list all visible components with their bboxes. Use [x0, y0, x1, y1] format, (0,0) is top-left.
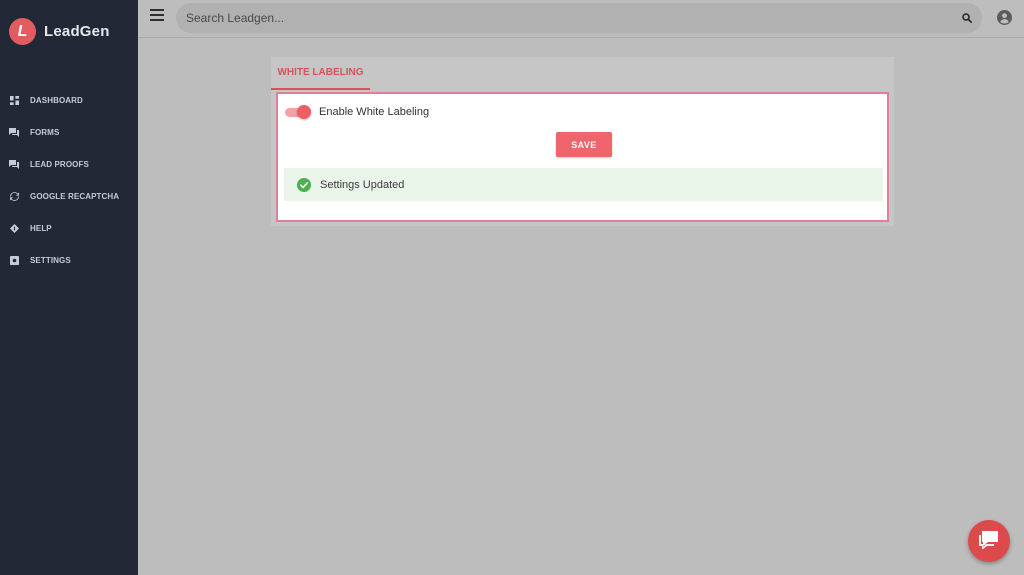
sidebar-item-label: LEAD PROOFS — [30, 159, 89, 169]
search-icon[interactable] — [952, 3, 982, 33]
top-bar — [138, 0, 1024, 38]
sidebar-item-label: SETTINGS — [30, 255, 71, 265]
sidebar: L LeadGen DASHBOARD FORMS LEAD PROOFS GO… — [0, 0, 138, 575]
leadgen-logo-icon: L — [9, 18, 36, 45]
sidebar-nav: DASHBOARD FORMS LEAD PROOFS GOOGLE RECAP… — [0, 84, 138, 276]
settings-icon — [9, 255, 19, 265]
recaptcha-icon — [9, 191, 19, 201]
sidebar-item-help[interactable]: HELP — [0, 212, 138, 244]
sidebar-item-google-recaptcha[interactable]: GOOGLE RECAPTCHA — [0, 180, 138, 212]
chat-button[interactable] — [968, 520, 1010, 562]
chat-bubble-icon — [978, 529, 1000, 554]
toggle-thumb — [297, 105, 311, 119]
help-icon — [9, 223, 19, 233]
success-alert: Settings Updated — [284, 168, 883, 201]
lead-proofs-icon — [9, 159, 19, 169]
sidebar-item-label: HELP — [30, 223, 52, 233]
alert-message: Settings Updated — [320, 178, 405, 191]
forms-icon — [9, 127, 19, 137]
sidebar-item-settings[interactable]: SETTINGS — [0, 244, 138, 276]
save-button[interactable]: SAVE — [556, 132, 612, 157]
search-input[interactable] — [176, 3, 952, 33]
sidebar-item-forms[interactable]: FORMS — [0, 116, 138, 148]
sidebar-item-label: DASHBOARD — [30, 95, 83, 105]
sidebar-item-dashboard[interactable]: DASHBOARD — [0, 84, 138, 116]
white-labeling-card: WHITE LABELING Enable White Labeling SAV… — [271, 57, 894, 226]
dashboard-icon — [9, 95, 19, 105]
brand-name: LeadGen — [44, 23, 110, 40]
hamburger-menu-icon[interactable] — [150, 9, 164, 21]
white-labeling-toggle[interactable] — [285, 105, 311, 119]
sidebar-item-label: FORMS — [30, 127, 60, 137]
tab-label: WHITE LABELING — [277, 67, 364, 78]
white-labeling-panel: Enable White Labeling SAVE Settings Upda… — [276, 92, 889, 222]
sidebar-item-lead-proofs[interactable]: LEAD PROOFS — [0, 148, 138, 180]
user-account-icon[interactable] — [997, 10, 1012, 25]
brand[interactable]: L LeadGen — [9, 18, 110, 45]
toggle-label: Enable White Labeling — [319, 106, 430, 118]
search-bar — [176, 3, 982, 33]
tab-white-labeling[interactable]: WHITE LABELING — [271, 57, 370, 90]
check-circle-icon — [297, 177, 311, 192]
sidebar-item-label: GOOGLE RECAPTCHA — [30, 191, 120, 201]
